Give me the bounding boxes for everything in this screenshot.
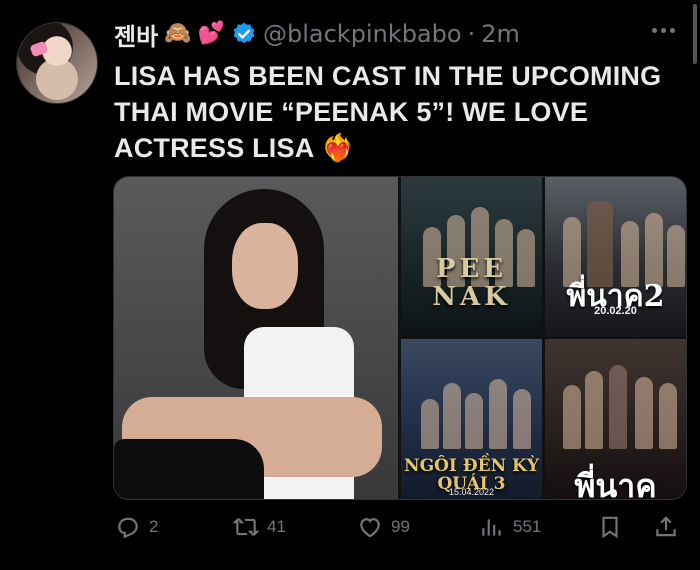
poster-title: PEE NAK <box>432 254 511 312</box>
poster-figures <box>557 359 677 449</box>
two-hearts-emoji: 💕 <box>197 21 225 46</box>
poster-figures <box>413 359 531 449</box>
retweet-icon <box>233 518 259 536</box>
heart-icon <box>360 518 380 538</box>
more-options-icon[interactable] <box>652 28 682 38</box>
tweet-media[interactable]: PEE NAK พี่นาค2 20.02.20 NGÔI ĐỀN KỲ QUÁ… <box>113 176 687 500</box>
photo-pants <box>114 439 264 499</box>
reply-icon <box>118 517 138 539</box>
see-no-evil-emoji: 🙈 <box>164 21 192 46</box>
poster-pee-nak-1[interactable]: พี่นาค <box>545 339 686 499</box>
views-icon <box>482 519 501 536</box>
tweet-header: 젠바 🙈 💕 @blackpinkbabo · 2m <box>114 16 520 52</box>
avatar[interactable] <box>16 22 98 104</box>
tweet-text: LISA HAS BEEN CAST IN THE UPCOMING THAI … <box>114 61 662 163</box>
reply-button[interactable]: 2 <box>115 512 158 542</box>
photo-face <box>232 223 298 309</box>
poster-date: 20.02.20 <box>594 305 637 317</box>
retweet-button[interactable]: 41 <box>233 512 286 542</box>
bookmark-button[interactable] <box>597 512 623 542</box>
share-icon <box>656 516 676 537</box>
retweet-count: 41 <box>267 517 286 536</box>
like-button[interactable]: 99 <box>357 512 410 542</box>
views-button[interactable]: 551 <box>479 512 541 542</box>
display-name[interactable]: 젠바 <box>114 17 158 52</box>
scrollbar[interactable] <box>693 4 697 64</box>
poster-pee-nak[interactable]: PEE NAK <box>401 177 542 337</box>
lisa-photo[interactable] <box>114 177 398 499</box>
poster-pee-nak-2[interactable]: พี่นาค2 20.02.20 <box>545 177 686 337</box>
tweet[interactable]: 젠바 🙈 💕 @blackpinkbabo · 2m LISA HAS BEEN… <box>0 0 700 570</box>
header-separator: · <box>467 20 476 48</box>
poster-date: 15.04.2022 <box>448 487 495 497</box>
user-handle[interactable]: @blackpinkbabo <box>263 20 462 48</box>
timestamp[interactable]: 2m <box>481 20 520 48</box>
view-count: 551 <box>513 517 542 536</box>
tweet-actions: 2 41 99 551 <box>113 512 685 542</box>
like-count: 99 <box>391 517 410 536</box>
reply-count: 2 <box>149 517 159 536</box>
poster-title: พี่นาค <box>574 467 657 499</box>
avatar-bow <box>29 40 49 58</box>
share-button[interactable] <box>653 512 679 542</box>
poster-ngoi-den-ky-quai-3[interactable]: NGÔI ĐỀN KỲ QUÁI 3 15.04.2022 <box>401 339 542 499</box>
verified-badge-icon <box>233 22 255 44</box>
bookmark-icon <box>602 516 618 539</box>
